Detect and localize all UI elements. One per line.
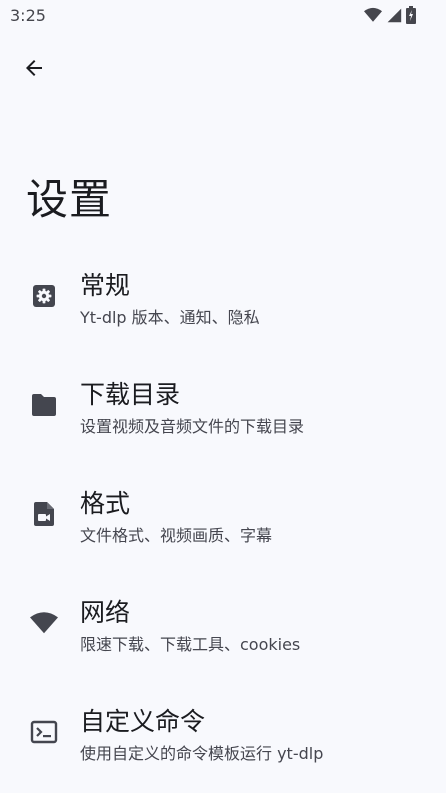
wifi-icon	[30, 609, 58, 637]
settings-item-title: 格式	[80, 489, 131, 518]
battery-icon	[406, 6, 416, 24]
settings-item-title: 常规	[80, 271, 131, 300]
status-time: 3:25	[10, 6, 46, 25]
page-title: 设置	[26, 175, 113, 224]
back-button[interactable]	[12, 44, 56, 92]
video-file-icon	[30, 500, 58, 528]
arrow-back-icon	[26, 60, 42, 76]
gear-icon	[30, 282, 58, 310]
settings-item-format[interactable]: 格式 文件格式、视频画质、字幕	[0, 460, 446, 569]
status-icons	[364, 6, 416, 24]
settings-item-title: 下载目录	[80, 380, 181, 409]
folder-icon	[30, 391, 58, 419]
settings-item-download-directory[interactable]: 下载目录 设置视频及音频文件的下载目录	[0, 351, 446, 460]
top-app-bar	[0, 44, 446, 96]
wifi-signal-icon	[364, 7, 382, 22]
settings-item-title: 网络	[80, 598, 131, 627]
settings-item-general[interactable]: 常规 Yt-dlp 版本、通知、隐私	[0, 242, 446, 351]
settings-item-description: 限速下载、下载工具、cookies	[80, 635, 301, 654]
settings-item-custom-command[interactable]: 自定义命令 使用自定义的命令模板运行 yt-dlp	[0, 678, 446, 787]
settings-item-title: 自定义命令	[80, 707, 206, 736]
cellular-signal-icon	[387, 8, 402, 23]
settings-item-network[interactable]: 网络 限速下载、下载工具、cookies	[0, 569, 446, 678]
terminal-icon	[30, 718, 58, 746]
settings-list: 常规 Yt-dlp 版本、通知、隐私 下载目录 设置视频及音频文件的下载目录 格…	[0, 242, 446, 787]
settings-item-description: 文件格式、视频画质、字幕	[80, 526, 273, 545]
settings-item-description: 使用自定义的命令模板运行 yt-dlp	[80, 744, 324, 763]
settings-item-description: 设置视频及音频文件的下载目录	[80, 417, 305, 436]
status-bar: 3:25	[0, 0, 446, 32]
settings-item-description: Yt-dlp 版本、通知、隐私	[80, 308, 260, 327]
